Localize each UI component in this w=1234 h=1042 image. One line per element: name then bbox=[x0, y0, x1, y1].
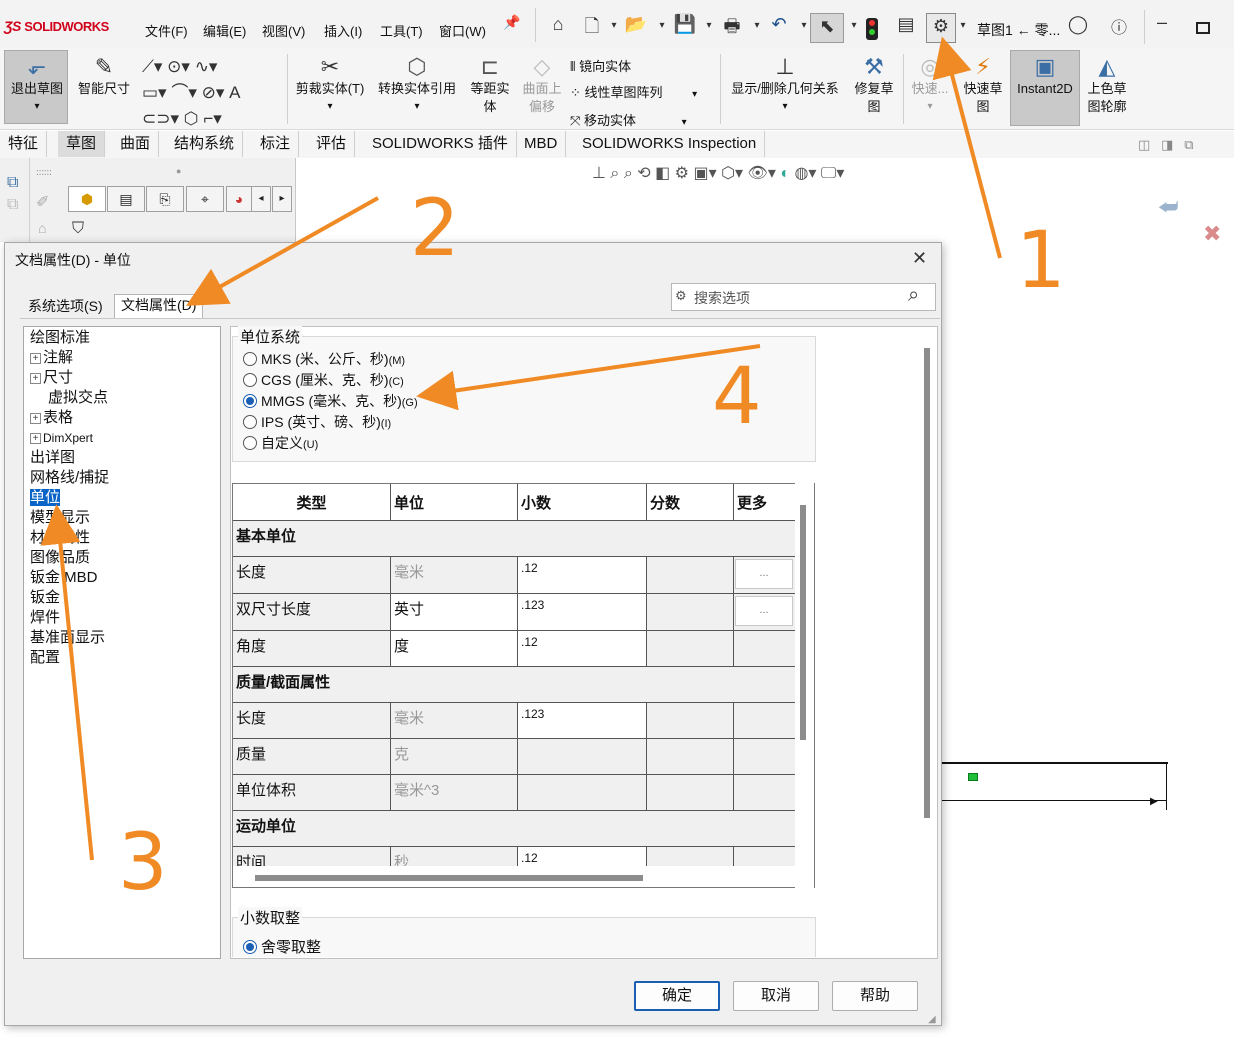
annotation-number-4: 4 bbox=[712, 352, 762, 442]
annotation-overlay bbox=[40, 36, 1002, 861]
arrow-3 bbox=[40, 504, 94, 861]
annotation-number-2: 2 bbox=[410, 184, 460, 274]
arrow-4 bbox=[416, 344, 761, 411]
annotation-number-3: 3 bbox=[118, 818, 168, 908]
annotation-number-1: 1 bbox=[1016, 216, 1066, 306]
arrow-2 bbox=[186, 196, 379, 306]
arrow-1 bbox=[932, 36, 1002, 259]
